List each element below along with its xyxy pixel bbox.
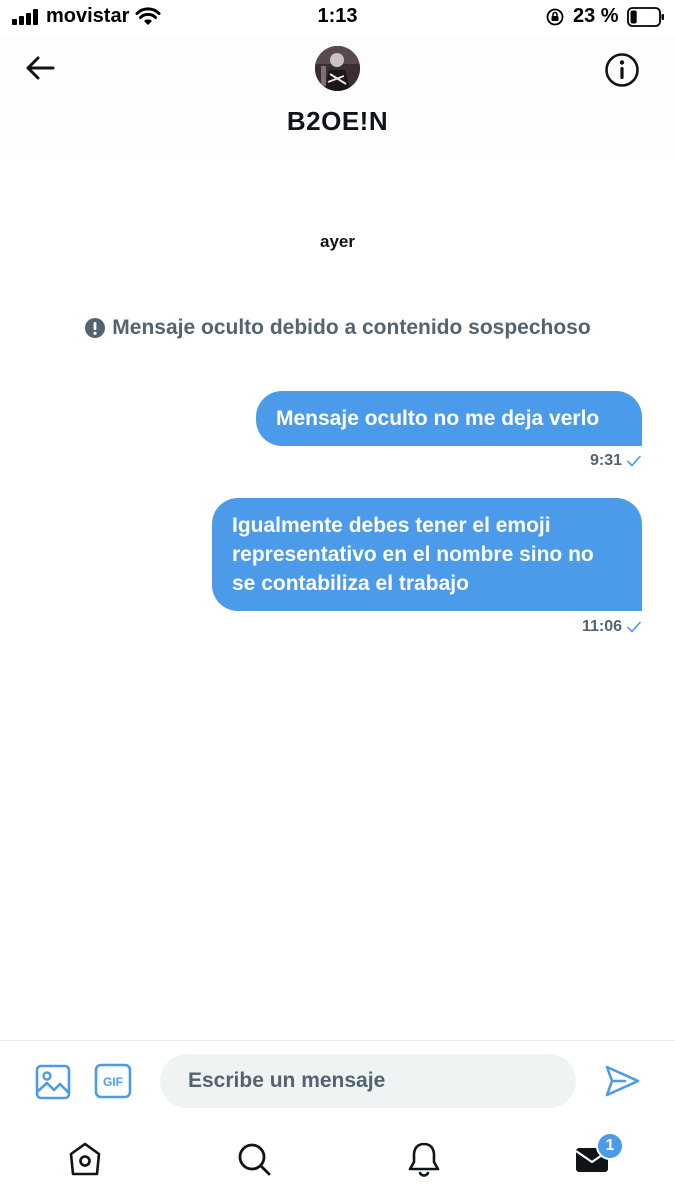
status-bar: movistar 1:13 23 % bbox=[0, 0, 675, 36]
message-time: 9:31 bbox=[589, 452, 622, 469]
search-icon bbox=[238, 1143, 271, 1176]
avatar[interactable] bbox=[315, 46, 360, 91]
send-button[interactable] bbox=[603, 1063, 641, 1099]
exclamation-circle-icon bbox=[85, 318, 106, 338]
rotation-lock-icon bbox=[546, 8, 564, 26]
message-composer: GIF bbox=[0, 1040, 675, 1120]
home-icon bbox=[69, 1142, 101, 1176]
message-time: 11:06 bbox=[581, 618, 622, 635]
image-icon bbox=[35, 1064, 71, 1100]
bell-icon bbox=[408, 1142, 440, 1177]
message-meta: 11:06 bbox=[582, 618, 641, 636]
info-button[interactable] bbox=[601, 49, 643, 91]
messages-badge: 1 bbox=[596, 1132, 624, 1160]
info-circle-icon bbox=[605, 53, 639, 87]
tab-notifications[interactable] bbox=[403, 1138, 445, 1180]
hidden-notice-text: Mensaje oculto debido a contenido sospec… bbox=[112, 316, 591, 339]
send-icon bbox=[605, 1065, 640, 1097]
gif-label: GIF bbox=[103, 1075, 123, 1089]
battery-icon bbox=[627, 7, 664, 27]
tab-search[interactable] bbox=[233, 1138, 275, 1180]
add-gif-button[interactable]: GIF bbox=[94, 1063, 132, 1099]
gif-icon: GIF bbox=[94, 1063, 132, 1099]
tab-bar bbox=[0, 1120, 675, 1200]
check-icon bbox=[627, 621, 641, 633]
message-text: Igualmente debes tener el emoji represen… bbox=[232, 514, 594, 595]
avatar-image bbox=[315, 46, 360, 91]
hidden-message-notice[interactable]: Mensaje oculto debido a contenido sospec… bbox=[0, 316, 675, 340]
message-bubble[interactable]: Mensaje oculto no me deja verlo bbox=[256, 391, 642, 446]
message-meta: 9:31 bbox=[590, 452, 641, 470]
tab-home[interactable] bbox=[64, 1138, 106, 1180]
contact-name[interactable]: B2OE!N bbox=[0, 106, 675, 137]
check-icon bbox=[627, 455, 641, 467]
arrow-left-icon bbox=[26, 56, 55, 80]
battery-percent: 23 % bbox=[573, 5, 619, 27]
date-separator: ayer bbox=[320, 232, 355, 251]
add-media-button[interactable] bbox=[34, 1063, 72, 1101]
message-text: Mensaje oculto no me deja verlo bbox=[276, 407, 600, 430]
conversation-header: B2OE!N bbox=[0, 36, 675, 154]
back-button[interactable] bbox=[18, 50, 62, 86]
message-bubble[interactable]: Igualmente debes tener el emoji represen… bbox=[212, 498, 642, 611]
message-input[interactable] bbox=[160, 1054, 576, 1108]
